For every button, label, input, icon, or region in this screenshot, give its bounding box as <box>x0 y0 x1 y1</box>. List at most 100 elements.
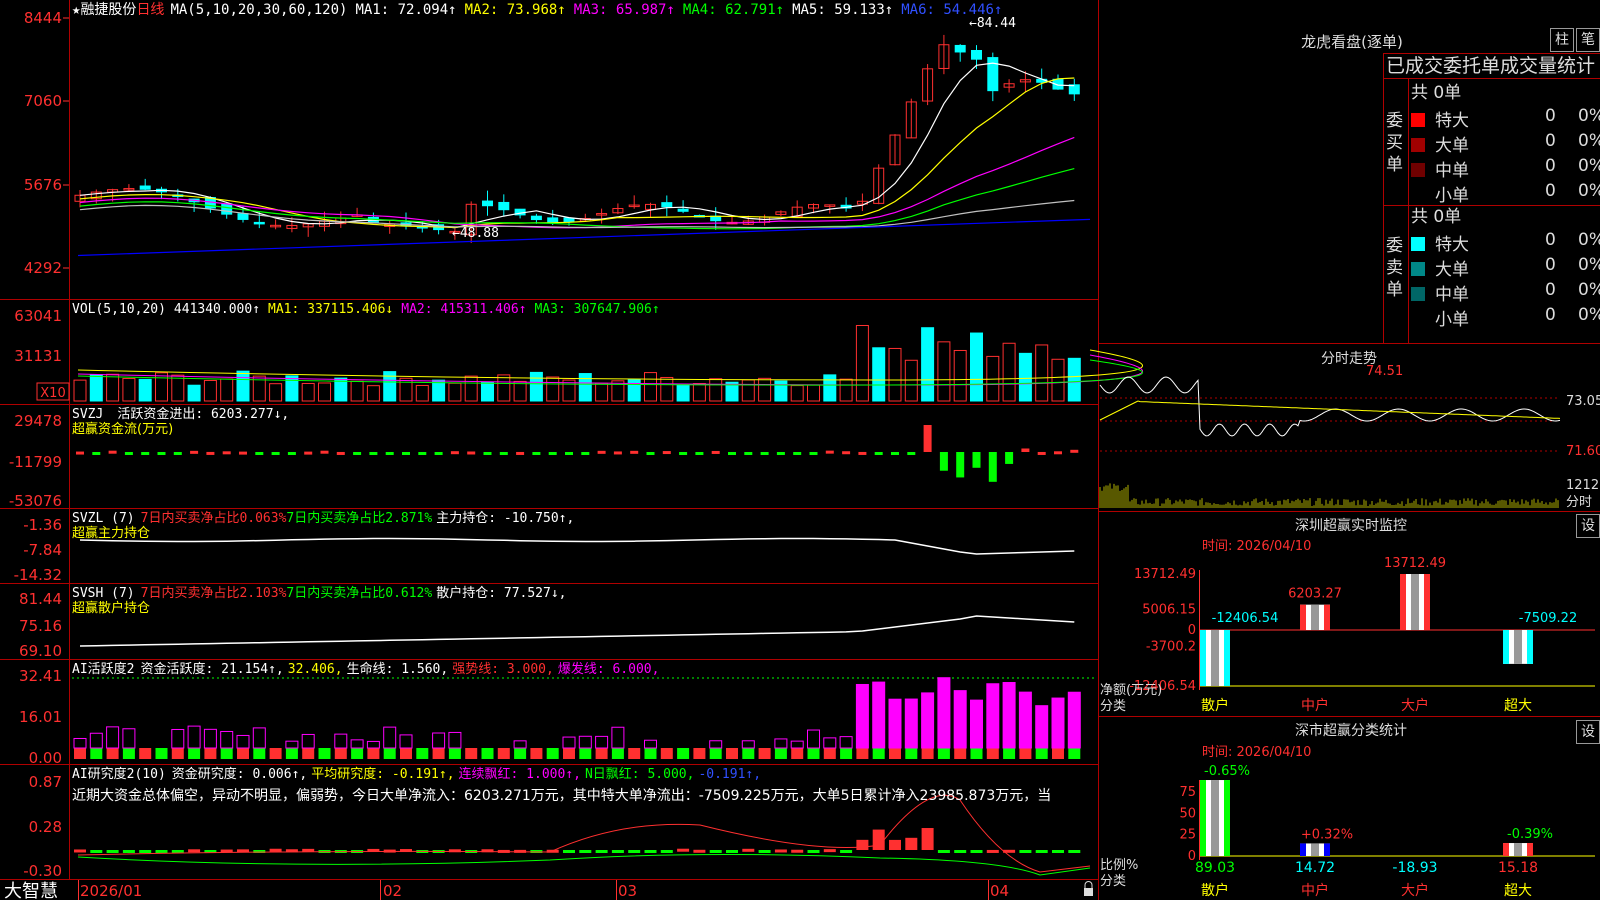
research-bar <box>954 850 967 853</box>
fund-flow-bar <box>630 450 639 454</box>
monitor-bar-edge <box>1300 604 1306 630</box>
research-bar <box>709 850 722 853</box>
research-bar <box>1068 850 1081 853</box>
sell-orders-label: 委卖单 <box>1386 236 1403 300</box>
stats-settings-button[interactable]: 设 <box>1576 720 1600 744</box>
volume-bar <box>774 380 788 402</box>
monitor-value-label: -7509.22 <box>1519 611 1577 626</box>
ai-base-bar <box>677 748 690 759</box>
research-bar <box>644 850 657 853</box>
time-axis-ticks <box>78 880 989 900</box>
buy-orders-label: 委买单 <box>1386 111 1403 175</box>
monitor-value-label: 6203.27 <box>1288 587 1342 602</box>
ai-active-bar <box>220 730 234 749</box>
fund-flow-bar <box>255 452 264 455</box>
monitor-settings-button[interactable]: 设 <box>1576 514 1600 538</box>
volume-bar <box>1002 342 1016 402</box>
monitor-bar-edge <box>1400 574 1406 630</box>
ai-base-bar <box>823 748 836 759</box>
brand-logo: 大智慧 <box>4 881 58 900</box>
ai-active-bar <box>562 736 576 749</box>
stats-time: 时间: 2026/04/10 <box>1202 745 1311 760</box>
buy-row: 中单 <box>1411 156 1469 181</box>
candle-body <box>221 203 233 215</box>
volume-bar <box>546 376 560 402</box>
fund-flow-bar <box>173 452 182 455</box>
low-note: ←48.88 <box>452 226 499 241</box>
ai-base-bar <box>318 748 331 759</box>
fund-flow-bar <box>613 451 622 455</box>
research-bar <box>823 849 836 853</box>
ai-active-bar <box>334 733 348 749</box>
svsh-header: SVSH (7) 7日内买卖净占比2.103%7日内买卖净占比0.612% 散户持仓… <box>72 585 567 601</box>
research-bar <box>921 828 934 850</box>
volume-bar <box>953 349 967 402</box>
sell-total: 共 0单 <box>1411 207 1461 227</box>
fund-flow-bar <box>907 452 916 455</box>
candle-body <box>482 200 493 207</box>
fund-flow-bar <box>548 452 557 455</box>
volume-bar <box>1035 344 1049 402</box>
lhb-title: 龙虎看盘(逐单) <box>1301 33 1403 51</box>
ai-research-desc: 近期大资金总体偏空，异动不明显，偏弱势，今日大单净流入：6203.271万元，其… <box>72 788 1051 804</box>
ai-base-bar <box>351 748 364 759</box>
volume-bar <box>203 379 217 402</box>
retail-position-line <box>79 615 1075 647</box>
buy-pct: 0% <box>1578 106 1600 126</box>
ai-base-bar <box>693 748 706 759</box>
column-mode-button[interactable]: 柱 <box>1550 28 1574 52</box>
ai-active-bar <box>578 735 592 749</box>
svzl-sub: 超赢主力持仓 <box>72 525 150 541</box>
ai-base-bar <box>807 748 820 759</box>
volume-bar <box>155 372 168 402</box>
ai-base-bar <box>1052 748 1064 759</box>
volume-bar <box>692 383 706 402</box>
intraday-axis-label: 12126 <box>1566 478 1600 493</box>
ai-base-bar <box>660 748 673 759</box>
ai-base-bar <box>628 748 641 759</box>
ai-active-bar <box>774 738 788 749</box>
sell-row: 大单 <box>1411 255 1469 280</box>
fund-flow-bar <box>793 452 802 455</box>
buy-row: 特大 <box>1411 106 1469 131</box>
ai-base-bar <box>497 748 510 759</box>
monitor-bar-core <box>1514 630 1522 664</box>
fund-flow-bar <box>939 452 948 471</box>
buy-pct: 0% <box>1578 131 1600 151</box>
order-stats-tab[interactable]: 已成交委托单成交量统计 <box>1386 55 1595 77</box>
volume-bar <box>872 347 886 402</box>
ai-active-bar <box>888 698 902 749</box>
monitor-bar <box>1200 630 1230 686</box>
monitor-category-label: 超大 <box>1504 698 1532 714</box>
research-bar <box>889 839 901 850</box>
volume-bar <box>106 373 120 402</box>
volume-bar <box>497 374 511 402</box>
row-label: 中单 <box>1435 161 1469 181</box>
fund-flow-bar <box>353 452 362 455</box>
sell-pct: 0% <box>1578 305 1600 325</box>
monitor-bar-core <box>1211 630 1219 686</box>
svsh-axis-label: 75.16 <box>19 617 62 635</box>
monitor-category-label: 中户 <box>1301 697 1329 714</box>
ai-base-bar <box>465 748 478 759</box>
stats-value-label: 15.18 <box>1498 860 1538 876</box>
volume-bar <box>1051 358 1065 402</box>
research-bar <box>774 849 787 853</box>
lock-icon[interactable] <box>1084 881 1093 897</box>
buy-pct: 0% <box>1578 181 1600 201</box>
research-bar <box>986 849 999 853</box>
monitor-bar-edge <box>1527 630 1533 664</box>
volume-bar <box>448 382 462 402</box>
fund-flow-bar <box>695 452 704 455</box>
ai-research-header: AI研究度2(10) 资金研究度: 0.006↑, 平均研究度: -0.191↑, 连… <box>72 766 761 782</box>
research-bar <box>155 850 168 853</box>
ai-active-bar <box>301 733 315 749</box>
tick-mode-button[interactable]: 笔 <box>1576 28 1600 52</box>
volume-bar <box>1067 357 1081 402</box>
ai-base-bar <box>921 748 934 759</box>
ai-base-bar <box>302 748 315 759</box>
volume-bar <box>481 382 494 402</box>
fund-flow-bar <box>206 451 215 455</box>
svzj-axis-label: -11799 <box>9 453 62 471</box>
research-bar <box>579 850 592 853</box>
